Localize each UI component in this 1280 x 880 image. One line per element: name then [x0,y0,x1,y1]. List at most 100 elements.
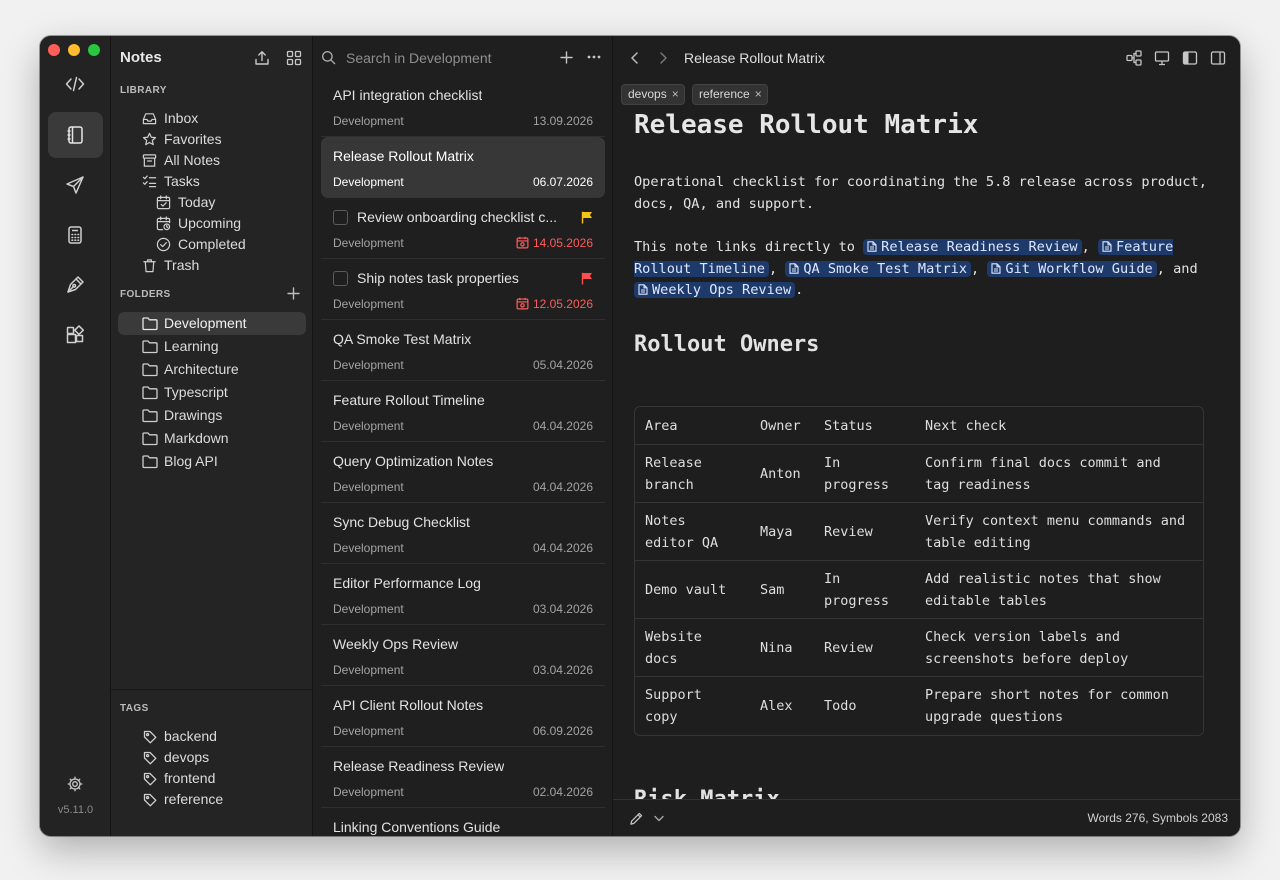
table-cell[interactable]: Maya [750,503,814,561]
table-cell[interactable]: Anton [750,445,814,503]
table-cell[interactable]: Nina [750,619,814,677]
widgets-icon[interactable] [65,325,85,345]
table-row[interactable]: Demo vault Sam In progress Add realistic… [635,561,1203,619]
tag-item-backend[interactable]: backend [119,726,305,747]
table-cell[interactable]: Alex [750,677,814,735]
toggle-sidebar-left-icon[interactable] [1182,50,1198,66]
note-list-item[interactable]: Weekly Ops Review Development 03.04.2026 [321,625,605,686]
sidebar-item-favorites[interactable]: Favorites [119,129,305,150]
table-row[interactable]: Notes editor QA Maya Review Verify conte… [635,503,1203,561]
presentation-icon[interactable] [1154,50,1170,66]
note-list-item-selected[interactable]: Release Rollout Matrix Development 06.07… [321,137,605,198]
search-input[interactable]: Search in Development [346,50,492,66]
code-icon[interactable] [65,74,85,94]
tag-item-reference[interactable]: reference [119,789,305,810]
table-cell[interactable]: Todo [814,677,915,735]
note-date: 14.05.2026 [532,236,593,250]
sidebar-item-all-notes[interactable]: All Notes [119,150,305,171]
tag-item-frontend[interactable]: frontend [119,768,305,789]
note-link-git-workflow[interactable]: Git Workflow Guide [987,260,1157,277]
sidebar-item-label: Favorites [164,131,222,147]
sidebar-item-inbox[interactable]: Inbox [119,108,305,129]
settings-gear-icon[interactable] [67,776,83,792]
notebook-icon[interactable] [65,125,85,145]
table-cell[interactable]: Confirm final docs commit and tag readin… [915,445,1203,503]
folder-item-markdown[interactable]: Markdown [118,428,306,449]
table-cell[interactable]: Support copy [635,677,750,735]
note-title: Feature Rollout Timeline [333,392,485,408]
remove-tag-button[interactable]: × [755,85,762,104]
folder-item-typescript[interactable]: Typescript [118,382,306,403]
editor-status-bar: Words 276, Symbols 2083 [613,799,1240,836]
table-cell[interactable]: Review [814,619,915,677]
note-list-item[interactable]: Sync Debug Checklist Development 04.04.2… [321,503,605,564]
note-list-item[interactable]: API Client Rollout Notes Development 06.… [321,686,605,747]
sidebar-item-completed[interactable]: Completed [119,234,305,255]
tag-chip-reference[interactable]: reference × [692,84,768,105]
sidebar-item-trash[interactable]: Trash [119,255,305,276]
folder-item-development[interactable]: Development [118,312,306,335]
tag-chip-devops[interactable]: devops × [621,84,685,105]
table-cell[interactable]: Check version labels and screenshots bef… [915,619,1203,677]
folder-item-blog-api[interactable]: Blog API [118,451,306,472]
task-note-list-item[interactable]: Review onboarding checklist c... Develop… [321,198,605,259]
task-checkbox[interactable] [333,271,348,286]
table-cell[interactable]: Release branch [635,445,750,503]
table-row[interactable]: Website docs Nina Review Check version l… [635,619,1203,677]
back-chevron-icon[interactable] [629,51,641,65]
note-list-item[interactable]: QA Smoke Test Matrix Development 05.04.2… [321,320,605,381]
table-cell[interactable]: Review [814,503,915,561]
pen-nib-icon[interactable] [65,275,85,295]
table-cell[interactable]: Website docs [635,619,750,677]
sidebar-item-upcoming[interactable]: Upcoming [119,213,305,234]
note-list-item[interactable]: Feature Rollout Timeline Development 04.… [321,381,605,442]
note-date: 04.04.2026 [532,480,593,494]
tags-heading: TAGS [120,703,149,714]
table-row[interactable]: Release branch Anton In progress Confirm… [635,445,1203,503]
minimize-window-button[interactable] [68,44,80,56]
pencil-edit-icon[interactable] [629,811,644,826]
note-list-item[interactable]: Editor Performance Log Development 03.04… [321,564,605,625]
table-cell[interactable]: Demo vault [635,561,750,619]
table-cell[interactable]: Add realistic notes that show editable t… [915,561,1203,619]
graph-view-icon[interactable] [1126,50,1142,66]
note-list-item[interactable]: Release Readiness Review Development 02.… [321,747,605,808]
sidebar-item-today[interactable]: Today [119,192,305,213]
table-cell[interactable]: Prepare short notes for common upgrade q… [915,677,1203,735]
note-list-item[interactable]: Query Optimization Notes Development 04.… [321,442,605,503]
table-header-row: Area Owner Status Next check [635,407,1203,445]
send-icon[interactable] [65,175,85,195]
note-link-release-readiness[interactable]: Release Readiness Review [863,239,1082,255]
note-list-item[interactable]: Linking Conventions Guide [321,808,605,836]
folder-item-drawings[interactable]: Drawings [118,405,306,426]
calculator-icon[interactable] [65,225,85,245]
folder-item-architecture[interactable]: Architecture [118,359,306,380]
folders-heading: FOLDERS [120,289,171,300]
table-cell[interactable]: In progress [814,561,915,619]
forward-chevron-icon[interactable] [657,51,669,65]
toggle-sidebar-right-icon[interactable] [1210,50,1226,66]
more-options-icon[interactable] [587,55,601,59]
note-link-weekly-ops[interactable]: Weekly Ops Review [634,282,796,298]
table-cell[interactable]: Verify context menu commands and table e… [915,503,1203,561]
grid-view-icon[interactable] [286,50,302,66]
task-checkbox[interactable] [333,210,348,225]
table-cell[interactable]: Notes editor QA [635,503,750,561]
sidebar-item-label: Tasks [164,173,200,189]
folder-item-learning[interactable]: Learning [118,336,306,357]
table-row[interactable]: Support copy Alex Todo Prepare short not… [635,677,1203,735]
export-upload-icon[interactable] [254,50,270,66]
close-window-button[interactable] [48,44,60,56]
tag-item-devops[interactable]: devops [119,747,305,768]
task-note-list-item[interactable]: Ship notes task properties Development 1… [321,259,605,320]
remove-tag-button[interactable]: × [672,85,679,104]
new-note-plus-icon[interactable] [560,51,573,64]
add-folder-icon[interactable] [287,287,300,300]
note-link-qa-smoke[interactable]: QA Smoke Test Matrix [785,260,972,277]
sidebar-item-tasks[interactable]: Tasks [119,171,305,192]
table-cell[interactable]: Sam [750,561,814,619]
note-list-item[interactable]: API integration checklist Development 13… [321,76,605,137]
table-cell[interactable]: In progress [814,445,915,503]
chevron-down-icon[interactable] [654,815,664,822]
zoom-window-button[interactable] [88,44,100,56]
